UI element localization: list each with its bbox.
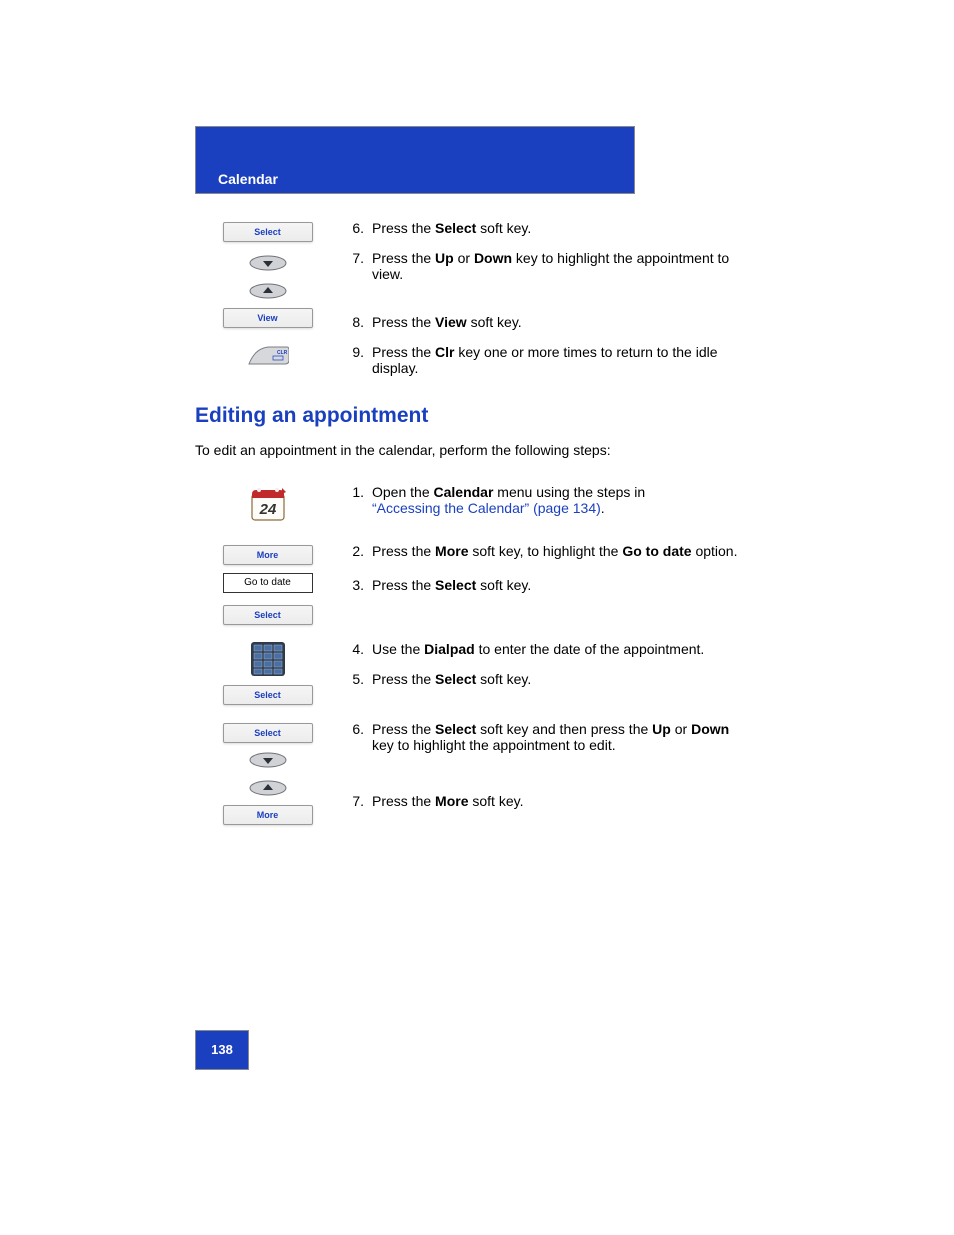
step-text: Press the More soft key, to highlight th… (372, 543, 745, 559)
dialpad-icon (250, 641, 286, 677)
step-text: Press the Select soft key. (372, 577, 745, 593)
step-number: 3. (340, 577, 372, 593)
goto-date-option: Go to date (223, 573, 313, 593)
clr-key-icon: CLR (247, 344, 289, 366)
svg-text:24: 24 (258, 501, 276, 518)
dpad-down-icon (248, 254, 288, 272)
main-content: Select 6. Press the Select soft key. Vie… (195, 220, 745, 833)
section-title: Editing an appointment (195, 404, 745, 428)
step-number: 6. (340, 721, 372, 753)
step-number: 5. (340, 671, 372, 687)
step-number: 7. (340, 250, 372, 282)
calendar-icon: 24 (248, 484, 288, 524)
page-number: 138 (195, 1030, 249, 1070)
step-text: Open the Calendar menu using the steps i… (372, 484, 745, 529)
step-number: 4. (340, 641, 372, 657)
select-softkey[interactable]: Select (223, 605, 313, 625)
dpad-down-icon (248, 751, 288, 769)
dpad-up-icon (248, 779, 288, 797)
select-softkey[interactable]: Select (223, 723, 313, 743)
more-softkey[interactable]: More (223, 545, 313, 565)
step-number: 6. (340, 220, 372, 244)
step-text: Press the Select soft key. (372, 671, 745, 687)
step-number: 1. (340, 484, 372, 529)
link-accessing-calendar[interactable]: “Accessing the Calendar” (page 134) (372, 500, 601, 516)
section-intro: To edit an appointment in the calendar, … (195, 442, 745, 458)
dpad-up-icon (248, 282, 288, 300)
select-softkey[interactable]: Select (223, 222, 313, 242)
step-text: Press the More soft key. (372, 793, 745, 809)
step-number: 9. (340, 344, 372, 376)
step-text: Use the Dialpad to enter the date of the… (372, 641, 745, 657)
view-softkey[interactable]: View (223, 308, 313, 328)
more-softkey[interactable]: More (223, 805, 313, 825)
header-section: Calendar (218, 171, 278, 187)
step-text: Press the View soft key. (372, 314, 745, 330)
svg-text:CLR: CLR (277, 350, 288, 356)
step-number: 2. (340, 543, 372, 559)
step-number: 7. (340, 793, 372, 809)
step-text: Press the Select soft key and then press… (372, 721, 745, 753)
select-softkey[interactable]: Select (223, 685, 313, 705)
step-text: Press the Select soft key. (372, 220, 745, 244)
step-text: Press the Clr key one or more times to r… (372, 344, 745, 376)
step-text: Press the Up or Down key to highlight th… (372, 250, 745, 282)
step-number: 8. (340, 314, 372, 330)
